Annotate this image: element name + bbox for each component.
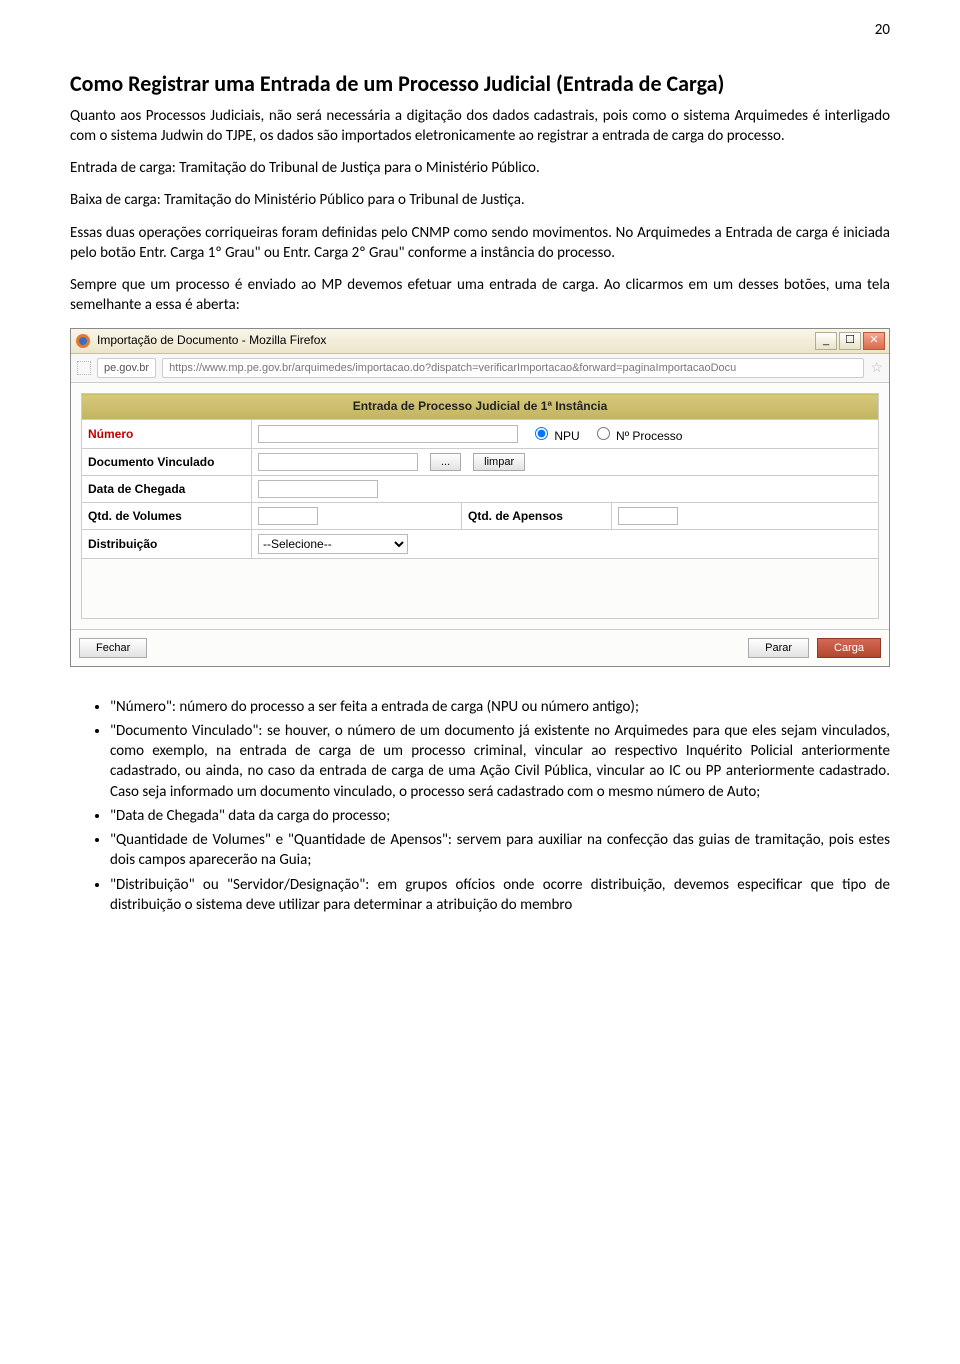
qtd-apensos-label: Qtd. de Apensos xyxy=(462,502,612,529)
carga-button[interactable]: Carga xyxy=(817,638,881,658)
firefox-window: Importação de Documento - Mozilla Firefo… xyxy=(70,328,890,667)
firefox-icon xyxy=(75,333,91,349)
doc-vinculado-label: Documento Vinculado xyxy=(82,448,252,475)
maximize-button[interactable]: ☐ xyxy=(839,332,861,350)
list-item: "Número": número do processo a ser feita… xyxy=(110,697,890,717)
site-identity[interactable]: pe.gov.br xyxy=(97,358,156,379)
close-button[interactable]: ✕ xyxy=(863,332,885,350)
parar-button[interactable]: Parar xyxy=(748,638,809,658)
field-description-list: "Número": número do processo a ser feita… xyxy=(70,697,890,916)
bookmark-star-icon[interactable]: ☆ xyxy=(870,358,883,377)
numero-label: Número xyxy=(82,419,252,448)
paragraph-operacoes: Essas duas operações corriqueiras foram … xyxy=(70,223,890,264)
qtd-volumes-input[interactable] xyxy=(258,507,318,525)
url-field[interactable]: https://www.mp.pe.gov.br/arquimedes/impo… xyxy=(162,358,864,379)
paragraph-lead: Sempre que um processo é enviado ao MP d… xyxy=(70,275,890,316)
limpar-button[interactable]: limpar xyxy=(473,453,525,471)
qtd-volumes-label: Qtd. de Volumes xyxy=(82,502,252,529)
page-title: Como Registrar uma Entrada de um Process… xyxy=(100,70,890,98)
radio-nprocesso[interactable]: Nº Processo xyxy=(592,424,683,444)
radio-npu[interactable]: NPU xyxy=(530,424,580,444)
tab-icon xyxy=(77,361,91,375)
window-title: Importação de Documento - Mozilla Firefo… xyxy=(97,332,326,348)
numero-input[interactable] xyxy=(258,425,518,443)
data-chegada-label: Data de Chegada xyxy=(82,475,252,502)
data-chegada-input[interactable] xyxy=(258,480,378,498)
form-title: Entrada de Processo Judicial de 1ª Instâ… xyxy=(82,394,879,419)
window-titlebar: Importação de Documento - Mozilla Firefo… xyxy=(71,329,889,354)
qtd-apensos-input[interactable] xyxy=(618,507,678,525)
paragraph-entrada: Entrada de carga: Tramitação do Tribunal… xyxy=(70,158,890,178)
page-number: 20 xyxy=(875,20,890,40)
doc-vinculado-input[interactable] xyxy=(258,453,418,471)
form-blank-area xyxy=(82,558,879,618)
paragraph-intro-1: Quanto aos Processos Judiciais, não será… xyxy=(70,106,890,147)
form-panel: Entrada de Processo Judicial de 1ª Instâ… xyxy=(71,383,889,628)
distribuicao-select[interactable]: --Selecione-- xyxy=(258,534,408,554)
fechar-button[interactable]: Fechar xyxy=(79,638,147,658)
list-item: "Distribuição" ou "Servidor/Designação":… xyxy=(110,875,890,916)
browse-button[interactable]: ... xyxy=(430,453,461,471)
paragraph-baixa: Baixa de carga: Tramitação do Ministério… xyxy=(70,190,890,210)
distribuicao-label: Distribuição xyxy=(82,529,252,558)
minimize-button[interactable]: _ xyxy=(815,332,837,350)
list-item: "Quantidade de Volumes" e "Quantidade de… xyxy=(110,830,890,871)
list-item: "Data de Chegada" data da carga do proce… xyxy=(110,806,890,826)
list-item: "Documento Vinculado": se houver, o núme… xyxy=(110,721,890,802)
address-bar: pe.gov.br https://www.mp.pe.gov.br/arqui… xyxy=(71,354,889,384)
